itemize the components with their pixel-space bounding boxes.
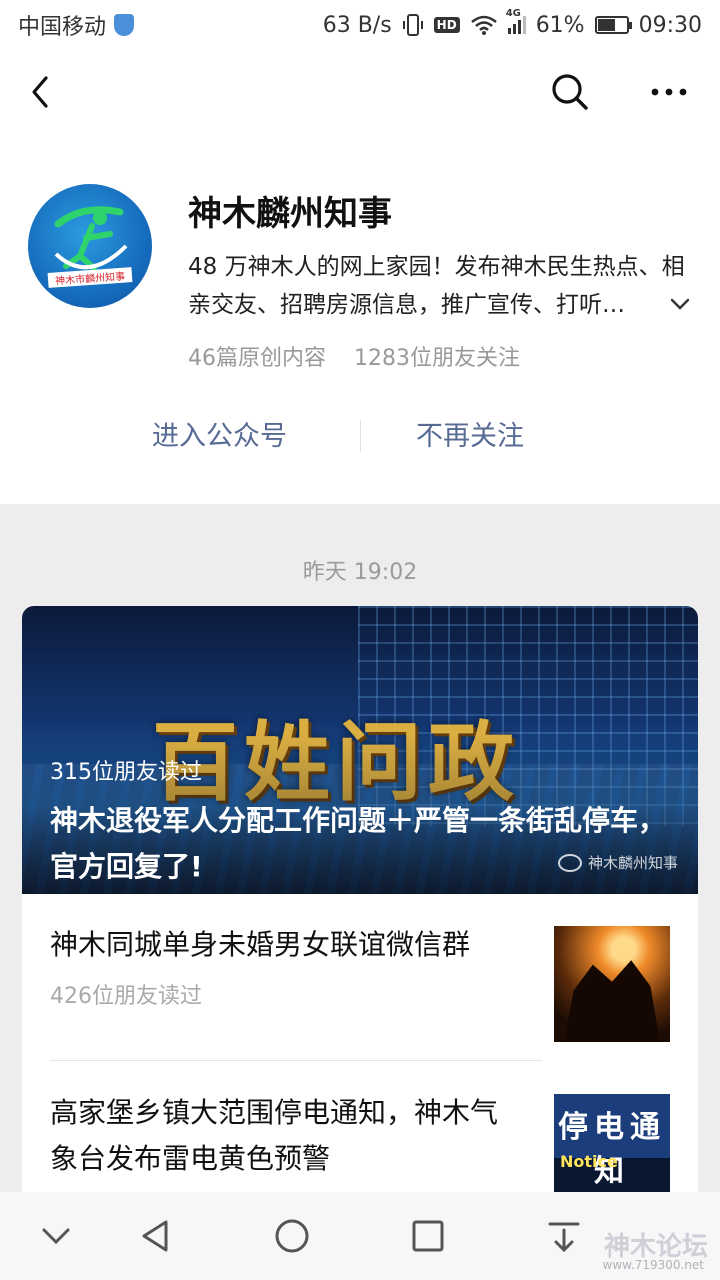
search-icon[interactable]	[548, 70, 592, 114]
account-description: 48 万神木人的网上家园！发布神木民生热点、相亲交友、招聘房源信息，推广宣传、打…	[188, 254, 685, 318]
signal-icon: 4G	[506, 8, 526, 34]
top-nav-bar	[0, 50, 720, 134]
clock: 09:30	[638, 12, 702, 38]
divider	[50, 1060, 542, 1061]
battery-percent: 61%	[535, 12, 585, 38]
hd-badge: HD	[433, 17, 460, 33]
account-profile: 神木市麟州知事 神木麟州知事 48 万神木人的网上家园！发布神木民生热点、相亲交…	[0, 134, 720, 504]
wifi-icon	[470, 15, 497, 35]
account-stats: 46篇原创内容 1283位朋友关注	[188, 340, 520, 372]
account-name: 神木麟州知事	[188, 194, 392, 234]
account-actions: 进入公众号 不再关注	[0, 414, 720, 458]
cover-title: 神木退役军人分配工作问题＋严管一条街乱停车，官方回复了!	[50, 804, 667, 883]
cover-article[interactable]: 百姓问政 315位朋友读过 神木退役军人分配工作问题＋严管一条街乱停车，官方回复…	[22, 606, 698, 894]
chevron-down-icon[interactable]	[38, 1220, 74, 1252]
shield-icon	[114, 14, 135, 36]
item-thumbnail	[554, 926, 670, 1042]
circle-home-icon[interactable]	[272, 1216, 312, 1256]
forum-watermark-url: www.719300.net	[602, 1258, 704, 1272]
chevron-down-icon[interactable]	[668, 292, 692, 316]
thumbnail-text: 停电通知	[558, 1110, 666, 1189]
thumbnail-subtext: Notice	[560, 1152, 618, 1171]
more-dots-icon[interactable]	[644, 70, 694, 114]
item-title: 高家堡乡镇大范围停电通知，神木气象台发布雷电黄色预警	[50, 1096, 499, 1175]
status-bar: 中国移动 63 B/s HD 4G 61% 09:30	[0, 0, 720, 50]
list-item[interactable]: 神木同城单身未婚男女联谊微信群 426位朋友读过	[22, 912, 698, 1080]
unfollow-button[interactable]: 不再关注	[416, 414, 524, 453]
chevron-left-icon[interactable]	[22, 72, 62, 112]
feed-timestamp: 昨天 19:02	[302, 560, 418, 585]
item-title: 神木同城单身未婚男女联谊微信群	[50, 928, 471, 961]
wechat-icon	[557, 853, 582, 872]
article-card: 百姓问政 315位朋友读过 神木退役军人分配工作问题＋严管一条街乱停车，官方回复…	[22, 606, 698, 1206]
triangle-back-icon[interactable]	[136, 1216, 176, 1256]
carrier-label: 中国移动	[18, 15, 107, 40]
original-count: 46篇原创内容	[188, 346, 326, 371]
enter-account-button[interactable]: 进入公众号	[152, 414, 287, 453]
pull-down-icon[interactable]	[544, 1216, 584, 1256]
divider	[360, 420, 361, 452]
item-thumbnail: 停电通知 Notice	[554, 1094, 670, 1206]
square-recent-icon[interactable]	[408, 1216, 448, 1256]
avatar[interactable]: 神木市麟州知事	[28, 184, 152, 308]
follower-count: 1283位朋友关注	[354, 346, 520, 371]
battery-icon	[594, 16, 632, 34]
cover-watermark: 神木麟州知事	[557, 852, 678, 873]
network-type: 4G	[505, 8, 521, 19]
logo-figure-icon	[54, 206, 128, 271]
item-readers: 426位朋友读过	[50, 984, 202, 1009]
cover-watermark-text: 神木麟州知事	[587, 854, 678, 872]
cover-readers: 315位朋友读过	[50, 760, 202, 785]
list-item[interactable]: 高家堡乡镇大范围停电通知，神木气象台发布雷电黄色预警 停电通知 Notice	[22, 1080, 698, 1206]
vibrate-icon	[402, 14, 423, 36]
net-speed: 63 B/s	[322, 12, 392, 38]
